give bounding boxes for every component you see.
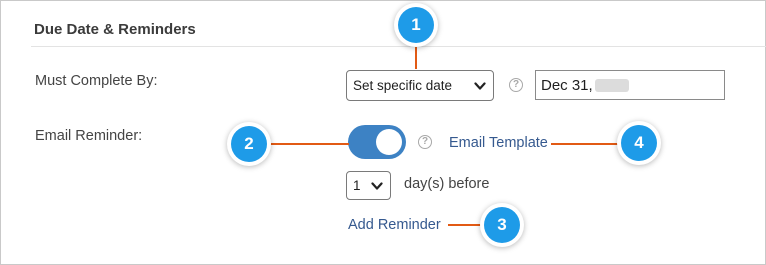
add-reminder-link[interactable]: Add Reminder [348,217,441,233]
callout-connector [267,143,349,145]
chevron-down-icon [371,181,383,190]
callout-badge-3: 3 [484,207,520,243]
callout-badge-2: 2 [231,126,267,162]
due-date-type-value: Set specific date [353,78,453,93]
due-date-type-select[interactable]: Set specific date [346,70,494,101]
due-date-input[interactable]: Dec 31, [535,70,725,100]
due-date-value: Dec 31, [541,76,593,94]
email-reminder-toggle[interactable] [348,125,406,159]
help-icon[interactable]: ? [418,135,432,149]
section-title: Due Date & Reminders [34,21,196,38]
must-complete-label: Must Complete By: [35,73,158,89]
reminder-days-value: 1 [353,178,361,193]
due-date-reminders-panel: Due Date & Reminders Must Complete By: S… [0,0,766,265]
reminder-days-select[interactable]: 1 [346,171,391,200]
callout-connector [551,143,621,145]
callout-badge-1: 1 [398,7,434,43]
email-reminder-label: Email Reminder: [35,128,143,144]
redacted-year [594,78,629,92]
help-icon[interactable]: ? [509,78,523,92]
toggle-knob [376,129,402,155]
callout-connector [415,45,417,69]
callout-connector [448,224,486,226]
callout-badge-4: 4 [621,125,657,161]
email-template-link[interactable]: Email Template [449,135,548,151]
days-before-label: day(s) before [404,176,490,192]
chevron-down-icon [474,81,486,90]
section-divider [31,46,766,47]
